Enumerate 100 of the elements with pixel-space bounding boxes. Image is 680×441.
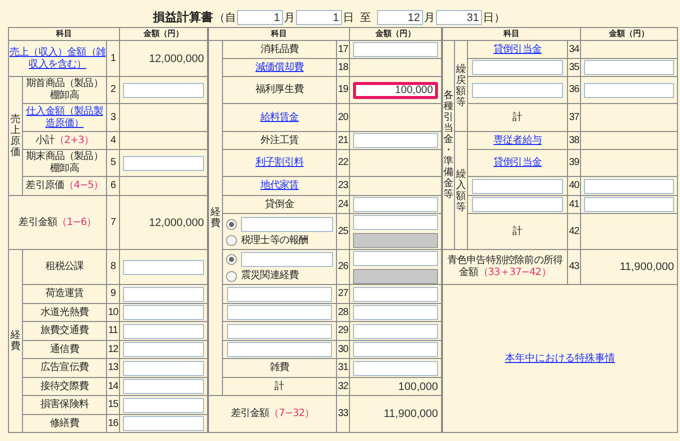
group-label: 各種引当金・準備金等 [444,90,454,200]
item-label: 修繕費 [50,418,79,430]
input-field[interactable] [227,342,332,357]
line-number: 14 [108,380,118,392]
input-field[interactable] [123,324,204,338]
line-number: 25 [338,226,348,236]
group-label: 経費 [210,207,220,229]
item-link[interactable]: 仕入金額（製品製造原価） [23,106,106,130]
line-number: 9 [110,288,116,299]
item-label: 小計（2+3） [35,134,94,146]
input-field[interactable] [123,416,204,431]
line-number: 30 [338,344,348,354]
line-number: 38 [568,134,580,146]
title-text: 日 [343,11,354,24]
amount-value: 11,900,000 [618,261,675,273]
input-field[interactable] [227,286,332,302]
line-number: 35 [568,62,580,72]
line-number: 2 [110,84,116,95]
item-label: 期末商品（製品）棚卸高 [25,151,104,175]
title-text: 月 [284,11,295,24]
line-number: 29 [338,325,348,336]
title-text: 日） [483,11,505,24]
line-number: 26 [338,261,348,272]
line-number: 23 [338,180,348,191]
item-link[interactable]: 給料賃金 [260,112,299,124]
amount-value: 12,000,000 [148,216,205,228]
input-field[interactable] [353,197,438,212]
input-field[interactable] [353,42,438,57]
item-label: 荷造運賃 [45,288,84,300]
title-text: 月 [424,11,435,24]
group-label: 売上原価 [10,114,20,158]
radio-button[interactable] [226,254,237,265]
item-label: 貸倒金 [265,198,294,210]
item-label: 福利厚生費 [255,84,304,96]
item-label: 接待交際費 [40,380,88,392]
input-field[interactable] [584,82,674,98]
input-field[interactable] [123,82,204,98]
input-field[interactable] [584,197,674,212]
input-field[interactable] [123,342,204,357]
item-link[interactable]: 利子割引料 [255,157,304,169]
column-header: 金額（円） [609,29,649,38]
item-label: 計 [512,226,522,238]
input-field[interactable] [472,82,563,98]
line-number: 5 [110,157,116,168]
line-number: 3 [110,112,116,122]
line-number: 34 [568,44,580,54]
input-field[interactable] [353,133,438,148]
group-label: 繰戻額等 [456,64,466,108]
line-number: 19 [338,84,348,95]
amount-value: 100,000 [397,380,439,392]
item-label: 旅費交通費 [40,325,88,337]
amount-value: 11,900,000 [382,408,439,420]
input-field[interactable] [123,398,204,412]
input-field[interactable] [472,178,563,194]
item-label: 計 [512,112,522,124]
input-field[interactable] [353,305,438,320]
input-field[interactable] [123,286,204,302]
input-field[interactable] [123,379,204,394]
line-number: 10 [108,306,118,318]
input-field[interactable] [123,305,204,320]
line-number: 8 [110,261,116,272]
line-number: 36 [568,84,580,95]
line-number: 21 [338,134,348,146]
line-number: 31 [338,362,348,373]
special-circumstances-link[interactable]: 本年中における特殊事情 [505,352,615,364]
line-number: 11 [108,325,118,336]
line-number: 13 [108,362,118,373]
date-field[interactable]: 1 [237,10,283,25]
input-field[interactable] [241,216,333,232]
input-field[interactable] [241,252,333,267]
input-field[interactable] [353,250,438,266]
input-field[interactable] [353,360,438,376]
input-field[interactable] [123,156,204,170]
date-field[interactable]: 12 [377,10,423,25]
input-field[interactable] [472,197,563,212]
input-field[interactable] [353,324,438,338]
line-number: 41 [568,198,580,210]
input-field[interactable] [584,178,674,194]
line-number: 17 [338,44,348,54]
input-field[interactable] [123,260,204,274]
item-label: 損害保険料 [40,399,88,411]
input-field[interactable] [227,305,332,320]
line-number: 32 [338,380,348,392]
input-field[interactable] [227,324,332,338]
item-label: 青色申告特別控除前の所得金額（33＋37−42） [446,255,564,279]
input-field[interactable] [353,342,438,357]
input-field[interactable] [584,60,674,75]
radio-button[interactable] [226,235,237,246]
column-header: 科目 [271,29,287,38]
radio-button[interactable] [226,218,237,230]
input-field[interactable] [353,286,438,302]
date-field[interactable]: 1 [296,10,342,25]
input-field[interactable]: 100,000 [353,82,438,98]
radio-button[interactable] [226,270,237,282]
input-field[interactable] [353,215,438,230]
input-field[interactable] [123,360,204,376]
date-field[interactable]: 31 [436,10,482,25]
item-label: 差引金額（1−6） [18,216,96,228]
line-number: 22 [338,157,348,168]
input-field[interactable] [472,60,563,75]
